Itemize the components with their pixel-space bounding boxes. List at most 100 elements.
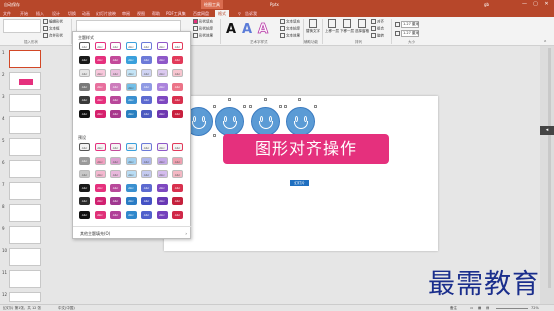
style-swatch[interactable]: Abc (141, 55, 152, 64)
style-swatch[interactable]: Abc (172, 42, 183, 50)
tab-animations[interactable]: 动画 (82, 10, 90, 17)
send-backward-button[interactable]: 下移一层 (340, 19, 354, 34)
style-swatch[interactable]: Abc (141, 170, 152, 178)
style-swatch[interactable]: Abc (94, 210, 106, 219)
style-swatch[interactable]: Abc (172, 183, 183, 192)
tab-pdf-tools[interactable]: PDF工具集 (166, 10, 186, 17)
style-swatch[interactable]: Abc (79, 170, 90, 178)
align-button[interactable]: 对齐 (371, 19, 384, 25)
selection-pane-button[interactable]: 选择窗格 (355, 19, 369, 34)
style-swatch[interactable]: Abc (94, 82, 106, 91)
slide-thumbnail-11[interactable] (9, 270, 41, 288)
style-swatch[interactable]: Abc (141, 183, 152, 192)
style-swatch[interactable]: Abc (79, 96, 90, 104)
style-swatch[interactable]: Abc (172, 197, 183, 205)
slide-thumbnail-4[interactable] (9, 116, 41, 134)
tab-view[interactable]: 视图 (137, 10, 145, 17)
style-swatch[interactable]: Abc (156, 210, 168, 219)
normal-view-icon[interactable]: ▭ (470, 306, 473, 310)
smiley-shape[interactable] (286, 107, 315, 136)
style-swatch[interactable]: Abc (156, 109, 168, 118)
style-swatch[interactable]: Abc (172, 82, 183, 91)
rotate-handle[interactable] (298, 98, 301, 101)
text-effects-button[interactable]: 文本效果 (280, 33, 300, 39)
style-swatch[interactable]: Abc (156, 143, 168, 151)
tab-baidu[interactable]: 百度网盘 (193, 10, 209, 17)
style-swatch[interactable]: Abc (110, 109, 121, 118)
style-swatch[interactable]: Abc (110, 42, 121, 50)
tab-insert[interactable]: 插入 (36, 10, 44, 17)
slide-thumbnail-12[interactable] (9, 292, 41, 302)
sorter-view-icon[interactable]: ▦ (478, 306, 481, 310)
smiley-shape[interactable] (215, 107, 244, 136)
style-swatch[interactable]: Abc (141, 197, 152, 205)
style-swatch[interactable]: Abc (141, 96, 152, 104)
style-swatch[interactable]: Abc (79, 197, 90, 205)
group-button[interactable]: 组合 (371, 26, 384, 32)
slide-thumbnail-1[interactable] (9, 50, 41, 68)
style-swatch[interactable]: Abc (172, 156, 183, 165)
rotate-button[interactable]: 旋转 (371, 33, 384, 39)
maximize-button[interactable]: ▢ (532, 1, 539, 8)
style-swatch[interactable]: Abc (79, 109, 90, 118)
slide-thumbnail-2[interactable] (9, 72, 41, 90)
style-swatch[interactable]: Abc (94, 42, 106, 50)
style-swatch[interactable]: Abc (125, 82, 137, 91)
style-swatch[interactable]: Abc (156, 69, 168, 77)
tab-slideshow[interactable]: 幻灯片放映 (96, 10, 116, 17)
style-swatch[interactable]: Abc (110, 197, 121, 205)
style-swatch[interactable]: Abc (110, 69, 121, 77)
style-swatch[interactable]: Abc (156, 156, 168, 165)
rotate-handle[interactable] (264, 98, 267, 101)
style-swatch[interactable]: Abc (110, 55, 121, 64)
slide-thumbnail-10[interactable] (9, 248, 41, 266)
style-swatch[interactable]: Abc (94, 55, 106, 64)
style-swatch[interactable]: Abc (141, 82, 152, 91)
tab-home[interactable]: 开始 (20, 10, 28, 17)
height-field[interactable]: 1.27 厘米 (395, 21, 419, 28)
style-swatch[interactable]: Abc (172, 210, 183, 219)
style-swatch[interactable]: Abc (156, 96, 168, 104)
smiley-shape[interactable] (251, 107, 280, 136)
title-banner[interactable]: 图形对齐操作 (223, 134, 389, 164)
slide-thumbnail-5[interactable] (9, 138, 41, 156)
slide-thumbnail-9[interactable] (9, 226, 41, 244)
slide-thumbnail-7[interactable] (9, 182, 41, 200)
minimize-button[interactable]: — (521, 1, 528, 8)
style-swatch[interactable]: Abc (125, 170, 137, 178)
width-field[interactable]: 1.27 厘米 (395, 30, 419, 37)
style-swatch[interactable]: Abc (94, 109, 106, 118)
other-theme-fills-item[interactable]: 其他主题填充(O) › (73, 226, 192, 240)
slide-thumbnail-8[interactable] (9, 204, 41, 222)
style-swatch[interactable]: Abc (156, 197, 168, 205)
style-swatch[interactable]: Abc (172, 109, 183, 118)
rotate-handle[interactable] (228, 98, 231, 101)
autosave-label[interactable]: 自动保存 (4, 2, 20, 8)
text-outline-button[interactable]: 文本轮廓 (280, 26, 300, 32)
alt-text-button[interactable]: 替换文字 (306, 19, 320, 34)
style-swatch[interactable]: Abc (172, 69, 183, 77)
style-swatch[interactable]: Abc (156, 170, 168, 178)
style-swatch[interactable]: Abc (125, 55, 137, 64)
style-swatch[interactable]: Abc (125, 42, 137, 50)
resize-handle[interactable] (284, 105, 287, 108)
style-swatch[interactable]: Abc (94, 197, 106, 205)
tab-file[interactable]: 文件 (3, 10, 11, 17)
style-swatch[interactable]: Abc (79, 210, 90, 219)
text-fill-button[interactable]: 文本填充 (280, 19, 300, 25)
style-swatch[interactable]: Abc (110, 96, 121, 104)
style-swatch[interactable]: Abc (125, 96, 137, 104)
shape-effects-button[interactable]: 形状效果 (193, 33, 213, 39)
style-swatch[interactable]: Abc (94, 170, 106, 178)
style-swatch[interactable]: Abc (94, 96, 106, 104)
style-swatch[interactable]: Abc (79, 69, 90, 77)
resize-handle[interactable] (243, 105, 246, 108)
style-swatch[interactable]: Abc (79, 143, 90, 151)
style-swatch[interactable]: Abc (94, 143, 106, 151)
zoom-level[interactable]: 72% (531, 306, 539, 310)
style-swatch[interactable]: Abc (94, 156, 106, 165)
style-swatch[interactable]: Abc (172, 143, 183, 151)
style-swatch[interactable]: Abc (125, 143, 137, 151)
tab-help[interactable]: 帮助 (152, 10, 160, 17)
notes-button[interactable]: 备注 (450, 306, 457, 311)
